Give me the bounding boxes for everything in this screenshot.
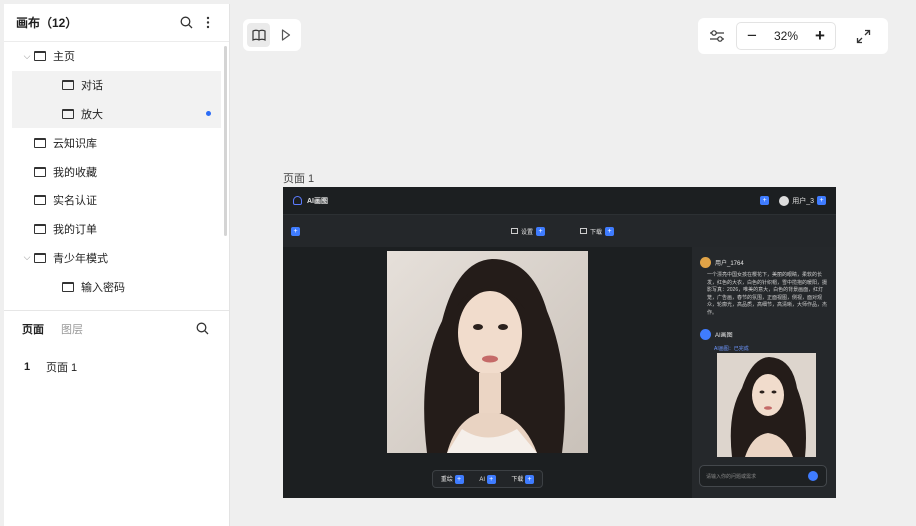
page-icon <box>62 108 74 119</box>
page-icon <box>34 195 46 206</box>
fullscreen-icon[interactable] <box>844 18 882 54</box>
tree-item-label: 云知识库 <box>53 137 97 150</box>
chat-user-name: 用户_1764 <box>715 261 744 267</box>
active-dot-indicator <box>206 111 211 117</box>
tree-item-label: 输入密码 <box>81 281 125 294</box>
generated-portrait-image <box>387 251 588 453</box>
preview-header: AI画图 + 用户_3 + <box>283 187 836 215</box>
page-list-item[interactable]: 1 页面 1 <box>4 352 229 382</box>
search-icon[interactable] <box>177 14 195 32</box>
avatar <box>779 195 790 206</box>
tree-item[interactable]: 输入密码 <box>12 272 221 301</box>
preview-tool-2-label: 下载 <box>590 229 603 236</box>
send-icon <box>808 471 818 481</box>
result-thumbnail-image <box>717 353 816 457</box>
tree-item-label: 青少年模式 <box>53 252 108 265</box>
tree-item-label: 我的收藏 <box>53 166 97 179</box>
zoom-out-button[interactable]: − <box>743 27 761 45</box>
ai-button: AI + <box>479 474 496 484</box>
chat-ai-name: AI画图 <box>715 333 733 339</box>
add-marker-icon: + <box>605 226 615 236</box>
add-marker-icon: + <box>536 226 546 236</box>
page-number: 1 <box>24 361 31 373</box>
tree-item[interactable]: 实名认证 <box>4 186 221 215</box>
ai-avatar <box>700 329 711 340</box>
view-toolbar <box>243 19 301 51</box>
preview-brand: AI画图 <box>307 197 328 205</box>
add-marker-icon: + <box>454 475 464 484</box>
chat-prompt-text: 一个漂亮中国女孩在樱花下，美丽的眼睛，柔软的长发，红色的大衣，白色的针织帽，雪中… <box>707 272 828 316</box>
image-action-bar: 重绘 + AI + 下载 + <box>432 470 543 488</box>
panel-header: 画布（12） <box>4 4 229 42</box>
download-label: 下载 <box>511 477 524 483</box>
preview-toolbar: + 设置 + 下载 + <box>283 215 836 247</box>
tree-item-label: 放大 <box>81 108 103 121</box>
book-icon[interactable] <box>247 23 270 47</box>
panel-title: 画布（12） <box>16 16 78 30</box>
chat-ai-row: AI画图 <box>692 320 836 340</box>
chat-user-row: 用户_1764 <box>692 247 836 268</box>
chat-ai-status: AI画图：已完成 <box>714 346 749 352</box>
page-icon <box>34 137 46 148</box>
redraw-button: 重绘 + <box>441 474 464 484</box>
page-icon <box>62 80 74 91</box>
tree-item-label: 我的订单 <box>53 224 97 237</box>
zoom-level: 32% <box>773 29 799 43</box>
zoom-toolbar: − 32% + <box>698 18 888 54</box>
page-tree: ⌵ 主页对话放大云知识库我的收藏实名认证我的订单 ⌵ 青少年模式输入密码 <box>4 42 229 310</box>
page-icon <box>34 252 46 263</box>
tree-item[interactable]: ⌵ 青少年模式 <box>4 244 221 273</box>
preview-tool-1: 设置 + <box>511 226 546 236</box>
redraw-label: 重绘 <box>440 477 453 483</box>
frame-label: 页面 1 <box>283 173 315 185</box>
chevron-down-icon[interactable]: ⌵ <box>20 51 34 62</box>
chat-input-placeholder: 请输入你的问题或需求 <box>706 473 757 480</box>
tab-pages[interactable]: 页面 <box>22 321 44 337</box>
zoom-in-button[interactable]: + <box>811 27 829 45</box>
page-name: 页面 1 <box>46 362 78 374</box>
page-icon <box>34 224 46 235</box>
avatar <box>700 257 711 268</box>
image-icon <box>511 228 518 234</box>
tab-layers[interactable]: 图层 <box>61 321 83 337</box>
page-icon <box>62 281 74 292</box>
tree-item[interactable]: 我的订单 <box>4 215 221 244</box>
add-marker-icon: + <box>817 196 826 205</box>
search-icon[interactable] <box>193 320 211 338</box>
settings-sliders-icon[interactable] <box>698 18 736 54</box>
add-marker-icon: + <box>760 196 770 205</box>
add-marker-icon: + <box>525 475 535 484</box>
tree-item-label: 主页 <box>53 51 75 64</box>
preview-user-name: 用户_3 <box>792 197 814 205</box>
tree-item[interactable]: 我的收藏 <box>4 157 221 186</box>
preview-tool-2: 下载 + <box>580 226 615 236</box>
add-marker-icon: + <box>486 474 496 484</box>
tree-item[interactable]: 放大 <box>12 99 221 129</box>
preview-tool-1-label: 设置 <box>521 229 534 236</box>
tree-item[interactable]: ⌵ 主页 <box>4 42 221 71</box>
download-button: 下载 + <box>511 474 535 484</box>
zoom-control: − 32% + <box>736 22 836 50</box>
panel-tabs: 页面 图层 <box>4 310 229 346</box>
tree-item-label: 实名认证 <box>53 195 97 208</box>
add-marker-icon: + <box>291 226 300 236</box>
play-icon[interactable] <box>274 23 297 47</box>
tree-item[interactable]: 云知识库 <box>4 128 221 157</box>
canvas-panel: 画布（12） ⌵ 主页对话放大云知识库我的收藏实名认证我的订单 ⌵ 青少年模式输入密码… <box>4 4 230 526</box>
more-icon[interactable] <box>199 14 217 32</box>
page-icon <box>34 166 46 177</box>
page-frame-preview[interactable]: AI画图 + 用户_3 + + 设置 + 下载 + 重绘 + AI + 下载 +… <box>283 187 836 498</box>
chevron-down-icon[interactable]: ⌵ <box>20 252 34 263</box>
brand-logo-icon <box>293 196 302 205</box>
page-icon <box>34 51 46 62</box>
tree-item[interactable]: 对话 <box>12 70 221 100</box>
preview-chat-panel: 用户_1764 一个漂亮中国女孩在樱花下，美丽的眼睛，柔软的长发，红色的大衣，白… <box>692 247 836 498</box>
ai-label: AI <box>479 476 485 483</box>
tree-scrollbar[interactable] <box>224 46 227 236</box>
download-icon <box>580 228 587 234</box>
preview-user: 用户_3 + <box>779 195 826 206</box>
tree-item-label: 对话 <box>81 80 103 93</box>
chat-input: 请输入你的问题或需求 <box>699 465 827 487</box>
